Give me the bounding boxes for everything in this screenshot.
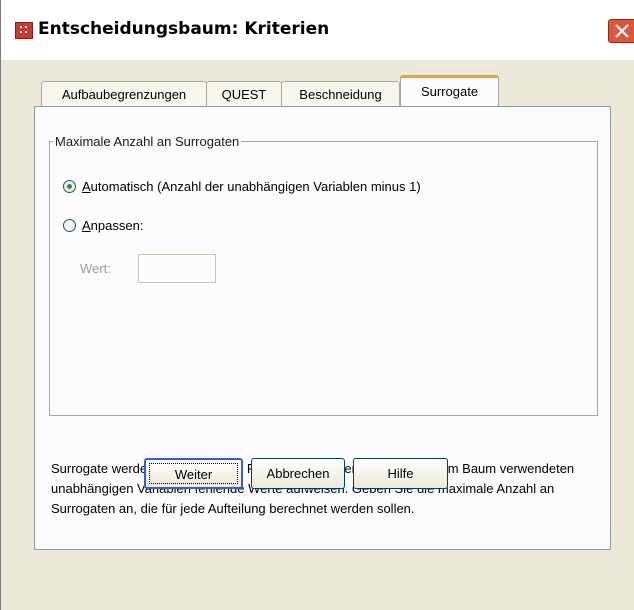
hilfe-button[interactable]: Hilfe <box>353 458 448 489</box>
close-button[interactable] <box>608 19 634 43</box>
tab-quest[interactable]: QUEST <box>206 81 282 107</box>
tab-aufbaubegrenzungen[interactable]: Aufbaubegrenzungen <box>41 81 207 107</box>
window-title: Entscheidungsbaum: Kriterien <box>38 19 330 39</box>
close-icon <box>615 24 629 38</box>
radio-button-unchecked[interactable] <box>63 219 76 232</box>
title-bar[interactable]: Entscheidungsbaum: Kriterien <box>1 0 634 60</box>
dialog-window: Entscheidungsbaum: Kriterien Aufbaubegre… <box>0 0 634 610</box>
radio-label-automatisch: Automatisch (Anzahl der unabhängigen Var… <box>82 179 421 194</box>
abbrechen-label: Abbrechen <box>266 466 330 481</box>
weiter-button[interactable]: Weiter <box>144 458 243 489</box>
radio-label-anpassen: Anpassen: <box>82 218 144 233</box>
app-icon <box>15 22 33 39</box>
tab-beschneidung[interactable]: Beschneidung <box>281 81 400 107</box>
radio-automatisch[interactable]: Automatisch (Anzahl der unabhängigen Var… <box>63 179 421 194</box>
wert-input[interactable] <box>138 254 216 283</box>
tab-surrogate[interactable]: Surrogate <box>400 75 499 109</box>
focus-rect <box>149 463 238 484</box>
groupbox-legend: Maximale Anzahl an Surrogaten <box>53 134 242 149</box>
abbrechen-button[interactable]: Abbrechen <box>251 458 345 489</box>
radio-button-checked[interactable] <box>63 180 76 193</box>
hilfe-label: Hilfe <box>387 466 414 481</box>
radio-anpassen[interactable]: Anpassen: <box>63 218 143 233</box>
wert-label: Wert: <box>80 261 111 276</box>
